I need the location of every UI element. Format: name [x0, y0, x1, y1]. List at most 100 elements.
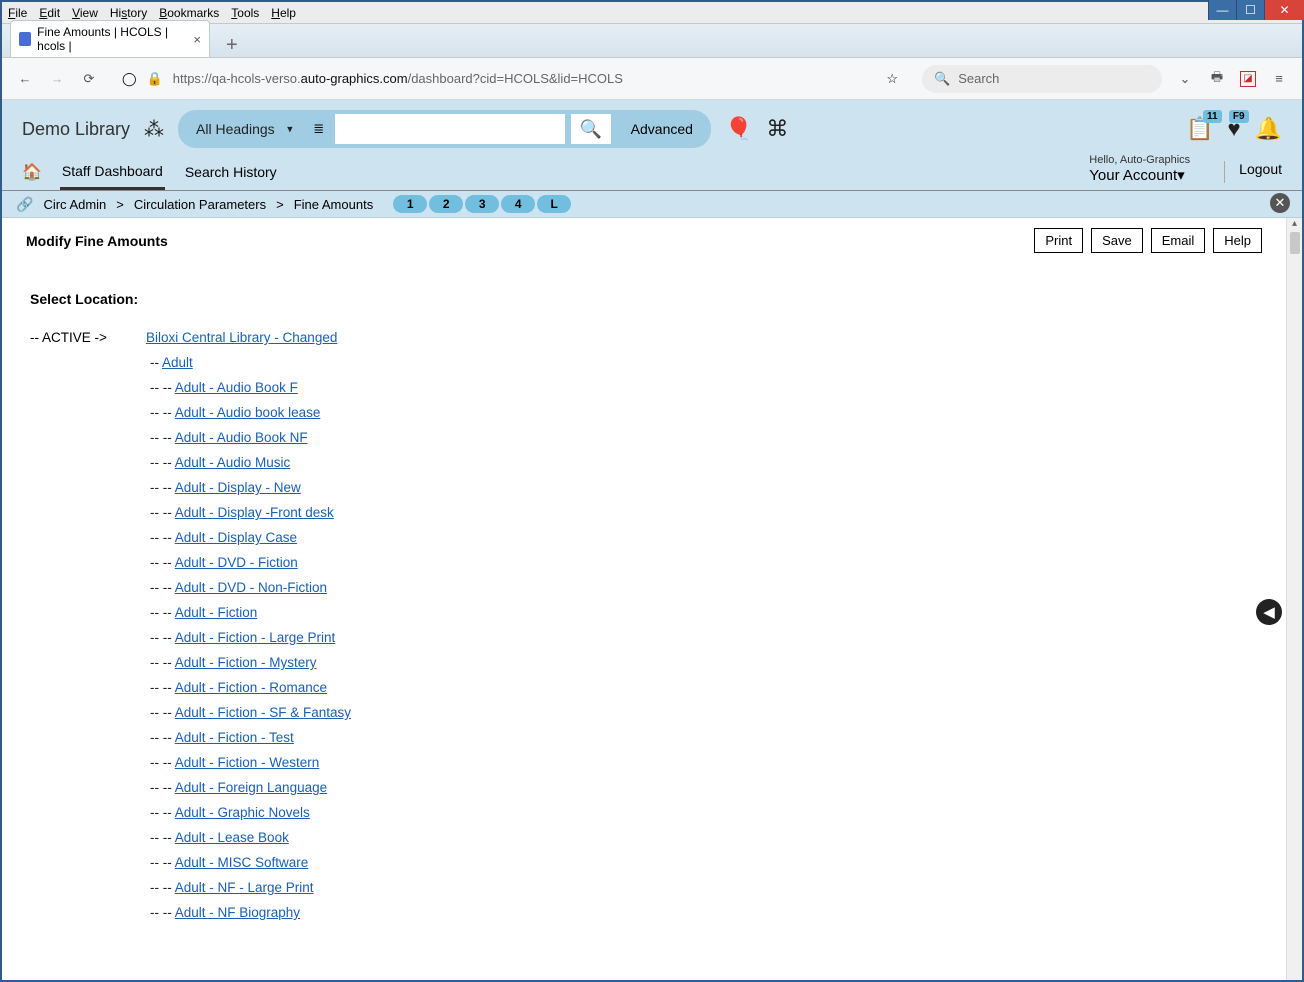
window-close[interactable]: ✕ [1264, 0, 1304, 20]
window-minimize[interactable]: — [1208, 0, 1236, 20]
print-button[interactable]: Print [1034, 228, 1083, 253]
menu-edit[interactable]: Edit [39, 6, 60, 20]
app-search-button[interactable]: 🔍 [571, 114, 611, 144]
location-link[interactable]: Adult - Fiction - SF & Fantasy [175, 705, 351, 720]
step-l[interactable]: L [537, 195, 571, 213]
list-icon[interactable]: 📋11 [1186, 116, 1213, 142]
app-search-input[interactable] [335, 114, 565, 144]
browser-search[interactable]: 🔍 Search [922, 65, 1162, 93]
extension-icon[interactable]: ◪ [1240, 71, 1256, 87]
url-bar[interactable]: ◯ 🔒 https://qa-hcols-verso.auto-graphics… [112, 71, 908, 87]
location-link[interactable]: Adult - MISC Software [175, 855, 309, 870]
menu-tools[interactable]: Tools [231, 6, 259, 20]
location-link[interactable]: Adult [162, 355, 193, 370]
breadcrumb-a[interactable]: Circ Admin [43, 197, 106, 212]
location-link[interactable]: Adult - Fiction [175, 605, 258, 620]
app-header: Demo Library ⁂ All Headings ≣ 🔍 Advanced… [2, 100, 1302, 148]
search-pill: All Headings ≣ 🔍 Advanced [178, 110, 711, 148]
library-brand: Demo Library [22, 119, 130, 140]
hello-text: Hello, Auto-Graphics [1089, 154, 1190, 166]
bell-icon[interactable]: 🔔 [1255, 116, 1282, 142]
menu-view[interactable]: View [72, 6, 98, 20]
scroll-up-icon[interactable]: ▴ [1287, 218, 1302, 229]
location-link[interactable]: Adult - NF - Large Print [175, 880, 314, 895]
home-icon[interactable]: 🏠 [22, 162, 42, 182]
forward-icon[interactable]: → [48, 70, 66, 88]
pocket-icon[interactable]: ⌄ [1176, 70, 1194, 88]
new-tab-button[interactable]: + [216, 34, 248, 57]
location-link[interactable]: Adult - Display - New [175, 480, 301, 495]
reload-icon[interactable]: ⟳ [80, 70, 98, 88]
window-maximize[interactable]: ☐ [1236, 0, 1264, 20]
star-icon[interactable]: ☆ [886, 71, 898, 87]
tab-title: Fine Amounts | HCOLS | hcols | [37, 25, 183, 53]
balloon-icon[interactable]: 🎈 [725, 116, 752, 142]
root-location-link[interactable]: Biloxi Central Library - Changed [146, 325, 337, 350]
location-tree: -- ACTIVE -> Biloxi Central Library - Ch… [2, 325, 1286, 925]
app-subhead: 🏠 Staff Dashboard Search History Hello, … [2, 148, 1302, 191]
location-link[interactable]: Adult - NF Biography [175, 905, 300, 920]
step-3[interactable]: 3 [465, 195, 499, 213]
help-button[interactable]: Help [1213, 228, 1262, 253]
side-drawer-handle[interactable]: ◀ [1256, 599, 1282, 625]
step-4[interactable]: 4 [501, 195, 535, 213]
print-icon[interactable]: 🖶 [1208, 70, 1226, 88]
location-link[interactable]: Adult - Lease Book [175, 830, 289, 845]
page-title: Modify Fine Amounts [26, 233, 168, 249]
main-content: Modify Fine Amounts Print Save Email Hel… [2, 218, 1286, 980]
location-link[interactable]: Adult - Fiction - Western [175, 755, 320, 770]
location-link[interactable]: Adult - Fiction - Romance [175, 680, 327, 695]
tab-favicon [19, 32, 31, 46]
chain-icon: 🔗 [16, 196, 33, 213]
hamburger-icon[interactable]: ≡ [1270, 70, 1288, 88]
menu-bookmarks[interactable]: Bookmarks [159, 6, 219, 20]
location-link[interactable]: Adult - Display -Front desk [175, 505, 334, 520]
step-2[interactable]: 2 [429, 195, 463, 213]
tab-close-icon[interactable]: × [193, 32, 201, 47]
location-link[interactable]: Adult - Audio Book NF [175, 430, 308, 445]
breadcrumb-row: 🔗 Circ Admin > Circulation Parameters > … [2, 191, 1302, 218]
scrollbar[interactable]: ▴ [1286, 218, 1302, 980]
nav-staff-dashboard[interactable]: Staff Dashboard [60, 155, 165, 190]
step-1[interactable]: 1 [393, 195, 427, 213]
location-link[interactable]: Adult - DVD - Non-Fiction [175, 580, 327, 595]
account-label: Your Account [1089, 167, 1177, 184]
active-marker: -- ACTIVE -> [30, 325, 140, 350]
menu-history[interactable]: History [110, 6, 147, 20]
tab-strip: Fine Amounts | HCOLS | hcols | × + [2, 24, 1302, 58]
translate-icon[interactable]: ⁂ [144, 117, 164, 142]
camera-icon[interactable]: ⌘ [766, 116, 788, 142]
save-button[interactable]: Save [1091, 228, 1143, 253]
nav-search-history[interactable]: Search History [183, 156, 279, 188]
browser-nav-bar: ← → ⟳ ◯ 🔒 https://qa-hcols-verso.auto-gr… [2, 58, 1302, 100]
close-panel-icon[interactable]: ✕ [1270, 193, 1290, 213]
headings-select[interactable]: All Headings [182, 115, 303, 143]
menu-file[interactable]: File [8, 6, 27, 20]
back-icon[interactable]: ← [16, 70, 34, 88]
email-button[interactable]: Email [1151, 228, 1206, 253]
location-link[interactable]: Adult - Fiction - Test [175, 730, 294, 745]
location-link[interactable]: Adult - Fiction - Large Print [175, 630, 336, 645]
account-block[interactable]: Hello, Auto-Graphics Your Account▾ [1089, 154, 1190, 190]
location-link[interactable]: Adult - Audio book lease [175, 405, 321, 420]
location-link[interactable]: Adult - Foreign Language [175, 780, 327, 795]
database-icon[interactable]: ≣ [309, 121, 329, 137]
location-link[interactable]: Adult - DVD - Fiction [175, 555, 298, 570]
location-link[interactable]: Adult - Display Case [175, 530, 297, 545]
location-link[interactable]: Adult - Audio Music [175, 455, 291, 470]
step-indicator: 1 2 3 4 L [393, 195, 571, 213]
menu-help[interactable]: Help [271, 6, 296, 20]
select-location-label: Select Location: [2, 263, 1286, 325]
logout-link[interactable]: Logout [1224, 161, 1282, 183]
scroll-thumb[interactable] [1290, 232, 1300, 254]
url-text: https://qa-hcols-verso.auto-graphics.com… [173, 71, 623, 86]
heart-icon[interactable]: ♥F9 [1228, 116, 1241, 142]
advanced-search-button[interactable]: Advanced [617, 114, 707, 144]
location-link[interactable]: Adult - Graphic Novels [175, 805, 310, 820]
chevron-down-icon: ▾ [1177, 167, 1185, 184]
browser-tab-active[interactable]: Fine Amounts | HCOLS | hcols | × [10, 20, 210, 57]
search-icon: 🔍 [934, 71, 950, 87]
breadcrumb-b[interactable]: Circulation Parameters [134, 197, 266, 212]
location-link[interactable]: Adult - Fiction - Mystery [175, 655, 317, 670]
location-link[interactable]: Adult - Audio Book F [175, 380, 298, 395]
